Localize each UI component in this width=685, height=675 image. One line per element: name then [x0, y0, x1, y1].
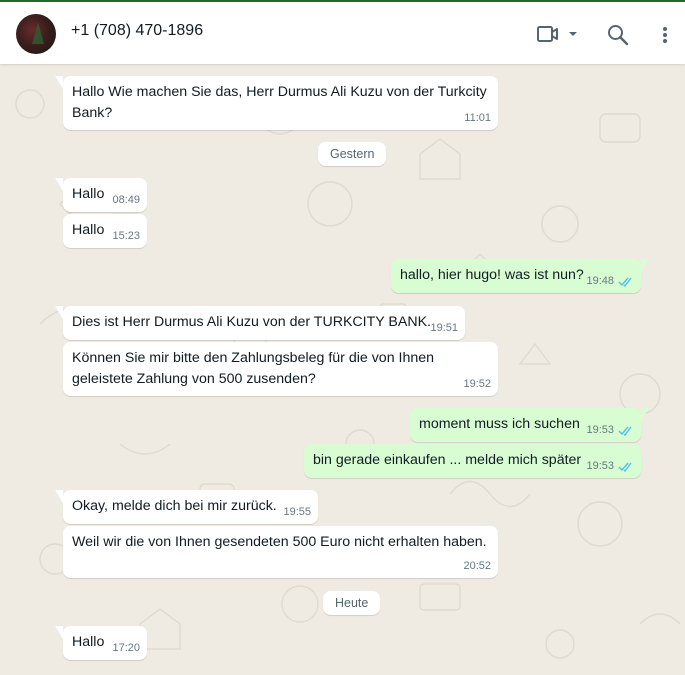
read-ticks-icon: [618, 426, 632, 436]
message-bubble-incoming[interactable]: Hallo 15:23: [63, 214, 147, 248]
read-ticks-icon: [618, 277, 632, 287]
date-separator: Heute: [323, 591, 381, 615]
message-bubble-incoming[interactable]: Hallo Wie machen Sie das, Herr Durmus Al…: [55, 76, 498, 130]
message-time: 15:23: [112, 230, 140, 242]
message-text: Können Sie mir bitte den Zahlungsbeleg f…: [72, 350, 435, 387]
message-time: 19:53: [586, 424, 614, 436]
message-bubble-incoming[interactable]: Können Sie mir bitte den Zahlungsbeleg f…: [63, 342, 498, 396]
message-time: 19:52: [463, 378, 491, 390]
message-bubble-incoming[interactable]: Dies ist Herr Durmus Ali Kuzu von der TU…: [55, 306, 465, 340]
message-bubble-incoming[interactable]: Weil wir die von Ihnen gesendeten 500 Eu…: [63, 526, 498, 578]
dropdown-caret-icon[interactable]: [568, 30, 578, 38]
chat-header: +1 (708) 470-1896: [0, 0, 685, 64]
menu-icon[interactable]: [662, 26, 668, 44]
message-bubble-incoming[interactable]: Hallo 17:20: [55, 626, 147, 660]
search-icon[interactable]: [607, 24, 629, 46]
message-bubble-incoming[interactable]: Hallo 08:49: [55, 178, 147, 212]
message-meta: 19:53: [586, 459, 634, 474]
message-bubble-outgoing[interactable]: hallo, hier hugo! was ist nun? 19:48: [391, 259, 649, 293]
message-time: 19:53: [586, 460, 614, 472]
message-time: 08:49: [112, 194, 140, 206]
message-time: 19:51: [430, 322, 458, 334]
message-text: Hallo Wie machen Sie das, Herr Durmus Al…: [72, 84, 487, 121]
message-text: Weil wir die von Ihnen gesendeten 500 Eu…: [72, 534, 487, 550]
message-bubble-outgoing[interactable]: bin gerade einkaufen ... melde mich spät…: [304, 444, 641, 478]
chat-area[interactable]: Hallo Wie machen Sie das, Herr Durmus Al…: [0, 64, 685, 675]
message-time: 20:52: [463, 560, 491, 572]
message-time: 19:55: [283, 506, 311, 518]
message-time: 11:01: [464, 112, 491, 124]
message-meta: 19:53: [586, 423, 634, 438]
date-separator: Gestern: [318, 142, 387, 166]
contact-name[interactable]: +1 (708) 470-1896: [71, 22, 203, 40]
contact-avatar[interactable]: [16, 14, 56, 54]
message-text: bin gerade einkaufen ... melde mich spät…: [313, 452, 582, 468]
message-bubble-incoming[interactable]: Okay, melde dich bei mir zurück. 19:55: [55, 490, 318, 524]
message-time: 19:48: [586, 275, 614, 287]
message-text: Dies ist Herr Durmus Ali Kuzu von der TU…: [72, 314, 431, 330]
message-text: Okay, melde dich bei mir zurück.: [72, 498, 277, 514]
read-ticks-icon: [618, 462, 632, 472]
message-bubble-outgoing[interactable]: moment muss ich suchen 19:53: [410, 408, 649, 442]
message-meta: 19:48: [586, 274, 634, 289]
message-time: 17:20: [112, 642, 140, 654]
video-call-icon[interactable]: [536, 25, 560, 43]
